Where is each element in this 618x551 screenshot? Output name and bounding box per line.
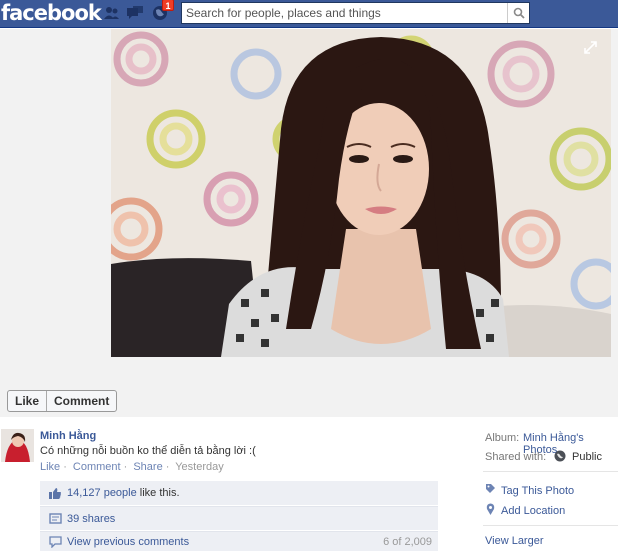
author-avatar[interactable] — [1, 429, 34, 462]
public-globe-icon — [554, 450, 566, 465]
messages-icon[interactable] — [125, 4, 145, 22]
top-bar: facebook 1 — [0, 0, 618, 28]
photo-caption: Có những nỗi buồn ko thể diễn tả bằng lờ… — [40, 445, 256, 457]
search-input[interactable] — [182, 3, 507, 23]
tag-icon — [485, 483, 496, 497]
sidebar-divider — [483, 471, 618, 472]
like-button[interactable]: Like — [8, 391, 46, 411]
comments-count: 6 of 2,009 — [383, 535, 432, 548]
shared-with-label: Shared with: — [485, 451, 547, 463]
privacy-selector[interactable]: Public — [572, 451, 602, 463]
post-share-link[interactable]: Share — [133, 461, 162, 473]
friend-requests-icon[interactable] — [102, 4, 122, 22]
photo-action-bar: Like Comment — [7, 390, 118, 412]
shares-row[interactable]: 39 shares — [40, 506, 438, 530]
expand-icon[interactable] — [584, 41, 597, 57]
pin-icon — [486, 503, 495, 518]
thumbs-up-icon — [48, 486, 62, 500]
search-icon — [513, 7, 525, 19]
sidebar-divider-2 — [483, 525, 618, 526]
share-icon — [48, 512, 62, 526]
comment-button[interactable]: Comment — [46, 391, 116, 411]
notification-badge: 1 — [162, 0, 174, 11]
post-meta: Like · Comment · Share · Yesterday — [40, 461, 224, 473]
view-previous-row[interactable]: View previous comments 6 of 2,009 — [40, 531, 438, 551]
photo-stage: Like Comment — [0, 29, 618, 417]
author-name[interactable]: Minh Hằng — [40, 430, 96, 442]
photo-image — [111, 29, 611, 357]
post-like-link[interactable]: Like — [40, 461, 60, 473]
add-location-link[interactable]: Add Location — [501, 505, 565, 517]
likes-row: 14,127 people like this. — [40, 481, 438, 505]
view-larger-link[interactable]: View Larger — [485, 535, 544, 547]
search-bar — [181, 2, 530, 24]
facebook-logo[interactable]: facebook — [1, 0, 102, 26]
likes-suffix: like this. — [136, 487, 180, 499]
main-photo[interactable] — [111, 29, 611, 357]
tag-photo-link[interactable]: Tag This Photo — [501, 485, 574, 497]
likes-count-link[interactable]: 14,127 people — [67, 487, 137, 499]
post-comment-link[interactable]: Comment — [73, 461, 121, 473]
photo-details: Minh Hằng Có những nỗi buồn ko thể diễn … — [0, 418, 618, 551]
search-button[interactable] — [507, 3, 529, 23]
post-timestamp[interactable]: Yesterday — [175, 461, 224, 473]
shares-link[interactable]: 39 shares — [67, 513, 115, 525]
album-label: Album: — [485, 432, 520, 444]
comment-icon — [48, 535, 62, 549]
view-previous-comments-link[interactable]: View previous comments — [67, 536, 189, 548]
